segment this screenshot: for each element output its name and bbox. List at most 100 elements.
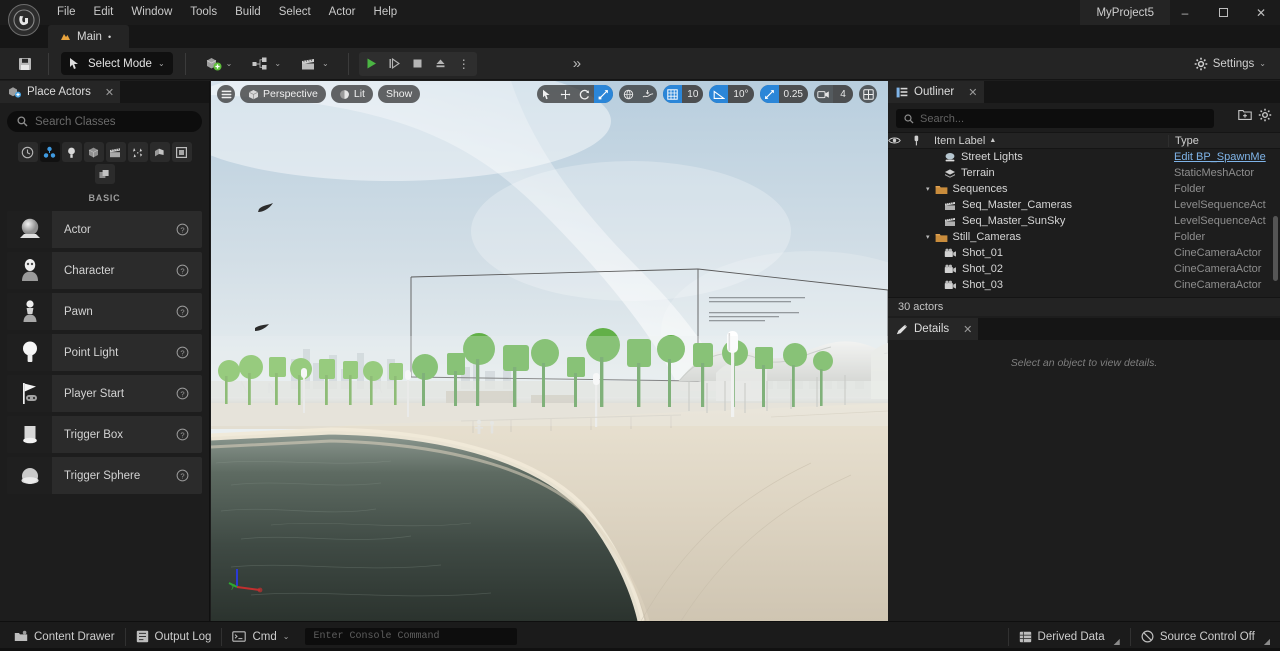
console-command-input[interactable]: Enter Console Command xyxy=(305,628,518,645)
derived-data-button[interactable]: Derived Data ◢ xyxy=(1009,626,1130,648)
table-row[interactable]: Shot_01 CineCameraActor xyxy=(888,245,1280,261)
scale-snap-toggle[interactable] xyxy=(759,85,779,103)
list-item-player-start[interactable]: Player Start ? xyxy=(7,375,202,412)
table-row[interactable]: Seq_Master_SunSky LevelSequenceAct xyxy=(888,213,1280,229)
camera-speed-value[interactable]: 4 xyxy=(833,85,853,103)
menu-tools[interactable]: Tools xyxy=(181,2,226,23)
category-cinematic[interactable] xyxy=(105,142,126,162)
table-row[interactable]: ▾ Still_Cameras Folder xyxy=(888,229,1280,245)
level-viewport[interactable]: Perspective Lit Show 10 10° 0.25 4 y xyxy=(211,81,888,621)
rotate-tool-button[interactable] xyxy=(575,85,594,103)
camera-mode-dropdown[interactable]: Perspective xyxy=(240,85,326,103)
row-type[interactable]: Edit BP_SpawnMe xyxy=(1168,151,1280,163)
help-icon[interactable]: ? xyxy=(176,264,202,277)
tab-main-level[interactable]: Main • xyxy=(48,25,130,48)
settings-button[interactable]: Settings ⌄ xyxy=(1188,52,1272,76)
table-row[interactable]: Shot_03 CineCameraActor xyxy=(888,277,1280,293)
step-button[interactable] xyxy=(384,53,406,75)
list-item-character[interactable]: Character ? xyxy=(7,252,202,289)
output-log-button[interactable]: Output Log xyxy=(126,626,222,648)
grid-snap-value[interactable]: 10 xyxy=(682,85,704,103)
eject-button[interactable] xyxy=(430,53,452,75)
table-row[interactable]: Street Lights Edit BP_SpawnMe xyxy=(888,149,1280,165)
play-options-button[interactable]: ⋮ xyxy=(453,53,475,75)
add-actor-button[interactable]: ⌄ xyxy=(200,52,238,76)
menu-build[interactable]: Build xyxy=(226,2,270,23)
help-icon[interactable]: ? xyxy=(176,428,202,441)
toolbar-overflow-button[interactable]: » xyxy=(573,55,582,72)
category-volumes[interactable] xyxy=(171,142,192,162)
help-icon[interactable]: ? xyxy=(176,469,202,482)
type-column-header[interactable]: Type xyxy=(1168,134,1280,147)
help-icon[interactable]: ? xyxy=(176,223,202,236)
source-control-button[interactable]: Source Control Off ◢ xyxy=(1131,626,1280,648)
close-icon[interactable]: ✕ xyxy=(105,86,114,99)
menu-window[interactable]: Window xyxy=(122,2,181,23)
menu-edit[interactable]: Edit xyxy=(85,2,123,23)
close-button[interactable]: ✕ xyxy=(1242,0,1280,25)
viewport-layout-button[interactable] xyxy=(859,85,877,103)
close-icon[interactable]: ✕ xyxy=(963,323,972,336)
list-item-point-light[interactable]: Point Light ? xyxy=(7,334,202,371)
world-coordinate-button[interactable] xyxy=(619,85,638,103)
select-mode-dropdown[interactable]: Select Mode ⌄ xyxy=(61,52,173,75)
blueprints-button[interactable]: ⌄ xyxy=(247,52,286,76)
menu-file[interactable]: File xyxy=(48,2,85,23)
viewport-menu-button[interactable] xyxy=(217,85,235,103)
maximize-button[interactable] xyxy=(1204,0,1242,25)
table-row[interactable]: Shot_02 CineCameraActor xyxy=(888,261,1280,277)
gear-icon[interactable] xyxy=(1258,108,1272,122)
category-basic[interactable] xyxy=(39,142,60,162)
list-item-actor[interactable]: Actor ? xyxy=(7,211,202,248)
help-icon[interactable]: ? xyxy=(176,387,202,400)
camera-speed-toggle[interactable] xyxy=(814,85,833,103)
expander-icon[interactable]: ▾ xyxy=(926,233,930,241)
menu-actor[interactable]: Actor xyxy=(320,2,365,23)
help-icon[interactable]: ? xyxy=(176,346,202,359)
scale-tool-button[interactable] xyxy=(594,85,614,103)
outliner-search-input[interactable]: Search... xyxy=(896,109,1214,128)
translate-tool-button[interactable] xyxy=(556,85,575,103)
minimize-button[interactable]: – xyxy=(1166,0,1204,25)
table-row[interactable]: Terrain StaticMeshActor xyxy=(888,165,1280,181)
tab-details[interactable]: Details ✕ xyxy=(888,318,979,340)
unreal-logo-icon[interactable] xyxy=(8,4,40,36)
save-button[interactable] xyxy=(12,52,38,76)
list-item-trigger-sphere[interactable]: Trigger Sphere ? xyxy=(7,457,202,494)
rotation-snap-toggle[interactable] xyxy=(709,85,729,103)
search-classes-input[interactable]: Search Classes xyxy=(7,111,202,132)
rotation-snap-value[interactable]: 10° xyxy=(728,85,754,103)
tab-place-actors[interactable]: Place Actors ✕ xyxy=(0,81,121,103)
add-folder-icon[interactable] xyxy=(1238,108,1252,122)
table-row[interactable]: ▾ Sequences Folder xyxy=(888,181,1280,197)
menu-help[interactable]: Help xyxy=(365,2,407,23)
category-all-classes[interactable] xyxy=(94,164,115,184)
close-icon[interactable]: ✕ xyxy=(968,86,977,99)
play-button[interactable] xyxy=(361,53,383,75)
cmd-dropdown[interactable]: Cmd ⌄ xyxy=(222,626,299,648)
show-flags-dropdown[interactable]: Show xyxy=(377,85,421,103)
expander-icon[interactable]: ▾ xyxy=(926,185,930,193)
list-item-pawn[interactable]: Pawn ? xyxy=(7,293,202,330)
help-icon[interactable]: ? xyxy=(176,305,202,318)
table-row[interactable]: Seq_Master_Cameras LevelSequenceAct xyxy=(888,197,1280,213)
menu-select[interactable]: Select xyxy=(270,2,320,23)
category-lights[interactable] xyxy=(61,142,82,162)
outliner-scrollbar[interactable] xyxy=(1273,216,1278,281)
item-label-column-header[interactable]: Item Label ▲ xyxy=(934,135,1168,147)
visibility-column-header[interactable] xyxy=(888,136,912,145)
scale-snap-value[interactable]: 0.25 xyxy=(778,85,808,103)
content-drawer-button[interactable]: Content Drawer xyxy=(4,626,125,648)
surface-snap-button[interactable] xyxy=(638,85,657,103)
select-tool-button[interactable] xyxy=(537,85,556,103)
tab-outliner[interactable]: Outliner ✕ xyxy=(888,81,984,103)
category-recently-placed[interactable] xyxy=(17,142,38,162)
grid-snap-toggle[interactable] xyxy=(663,85,683,103)
view-mode-dropdown[interactable]: Lit xyxy=(330,85,373,103)
list-item-trigger-box[interactable]: Trigger Box ? xyxy=(7,416,202,453)
pin-column-header[interactable] xyxy=(912,135,934,146)
cinematics-button[interactable]: ⌄ xyxy=(296,52,334,76)
category-shapes[interactable] xyxy=(83,142,104,162)
category-geometry[interactable] xyxy=(149,142,170,162)
stop-button[interactable] xyxy=(407,53,429,75)
